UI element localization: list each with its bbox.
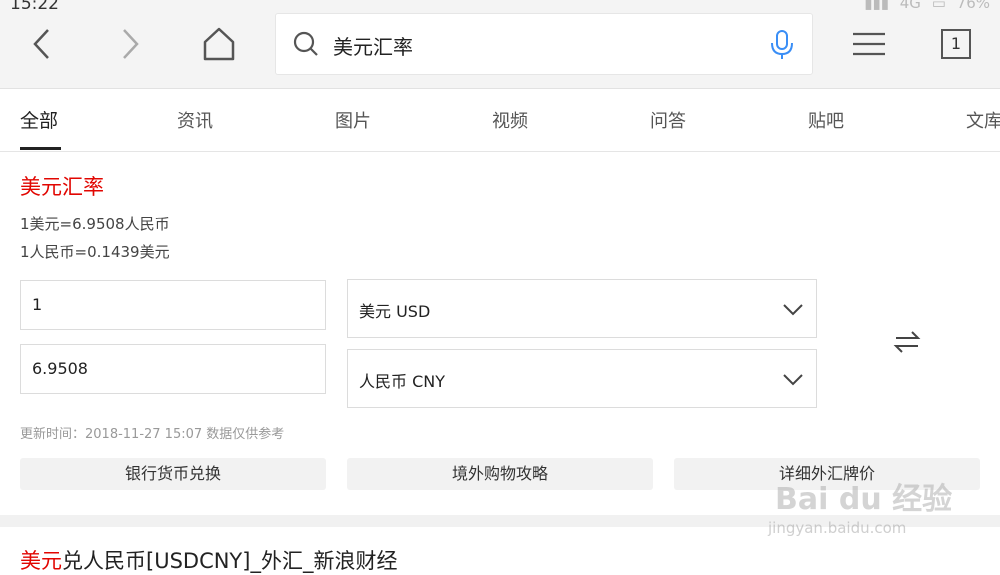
browser-toolbar: 15:22 ▮▮▮ 4G ▭ 76% 美元汇率 1 bbox=[0, 0, 1000, 89]
search-icon bbox=[293, 31, 318, 56]
watermark-url: jingyan.baidu.com bbox=[768, 519, 907, 537]
swap-currency-icon[interactable] bbox=[892, 327, 922, 357]
next-result-highlight: 美元 bbox=[20, 549, 62, 573]
chevron-down-icon bbox=[783, 304, 803, 316]
active-tab-indicator bbox=[20, 147, 61, 150]
search-bar[interactable]: 美元汇率 bbox=[275, 13, 813, 75]
tab-wenku[interactable]: 文库 bbox=[966, 107, 1000, 133]
home-button[interactable] bbox=[197, 22, 241, 66]
converter-title[interactable]: 美元汇率 bbox=[20, 171, 104, 201]
rate-cny-to-usd: 1人民币=0.1439美元 bbox=[20, 243, 170, 261]
battery-level: 76% bbox=[956, 0, 990, 12]
battery-icon: ▭ bbox=[931, 0, 946, 12]
tab-images[interactable]: 图片 bbox=[335, 107, 371, 133]
hamburger-menu-icon bbox=[853, 32, 885, 56]
update-time-note: 更新时间：2018-11-27 15:07 数据仅供参考 bbox=[20, 427, 285, 442]
tab-qa[interactable]: 问答 bbox=[650, 107, 686, 133]
amount-from-input[interactable]: 1 bbox=[20, 280, 326, 330]
amount-to-value: 6.9508 bbox=[32, 359, 88, 378]
next-result-title[interactable]: 美元兑人民币[USDCNY]_外汇_新浪财经 bbox=[20, 545, 397, 575]
back-button[interactable] bbox=[20, 22, 64, 66]
menu-button[interactable] bbox=[847, 22, 891, 66]
tab-tieba[interactable]: 贴吧 bbox=[808, 107, 844, 133]
overseas-shopping-button[interactable]: 境外购物攻略 bbox=[347, 458, 653, 490]
chevron-down-icon bbox=[783, 374, 803, 386]
home-icon bbox=[203, 27, 235, 61]
tab-count-button[interactable]: 1 bbox=[941, 29, 971, 59]
baidu-jingyan-watermark: Bai du 经验 bbox=[775, 482, 953, 517]
status-bar: 15:22 ▮▮▮ 4G ▭ 76% bbox=[0, 0, 1000, 14]
tab-news[interactable]: 资讯 bbox=[177, 107, 213, 133]
amount-from-value: 1 bbox=[32, 295, 43, 314]
next-result-rest: 兑人民币[USDCNY]_外汇_新浪财经 bbox=[62, 549, 398, 573]
search-query[interactable]: 美元汇率 bbox=[333, 31, 413, 60]
forward-button[interactable] bbox=[108, 22, 152, 66]
signal-icon: ▮▮▮ bbox=[864, 0, 889, 12]
result-tabs: 全部 资讯 图片 视频 问答 贴吧 文库 bbox=[0, 89, 1000, 152]
status-indicators: ▮▮▮ 4G ▭ 76% bbox=[858, 0, 990, 12]
microphone-icon[interactable] bbox=[768, 29, 796, 61]
status-time: 15:22 bbox=[10, 0, 59, 14]
chevron-left-icon bbox=[33, 29, 49, 59]
tab-all[interactable]: 全部 bbox=[20, 106, 58, 133]
currency-from-label: 美元 USD bbox=[359, 302, 431, 321]
bank-exchange-button[interactable]: 银行货币兑换 bbox=[20, 458, 326, 490]
chevron-right-icon bbox=[123, 29, 139, 59]
currency-to-label: 人民币 CNY bbox=[359, 372, 446, 391]
currency-from-select[interactable]: 美元 USD bbox=[347, 279, 817, 338]
network-label: 4G bbox=[899, 0, 921, 12]
currency-to-select[interactable]: 人民币 CNY bbox=[347, 349, 817, 408]
tab-videos[interactable]: 视频 bbox=[492, 107, 528, 133]
amount-to-input[interactable]: 6.9508 bbox=[20, 344, 326, 394]
rate-usd-to-cny: 1美元=6.9508人民币 bbox=[20, 215, 170, 233]
